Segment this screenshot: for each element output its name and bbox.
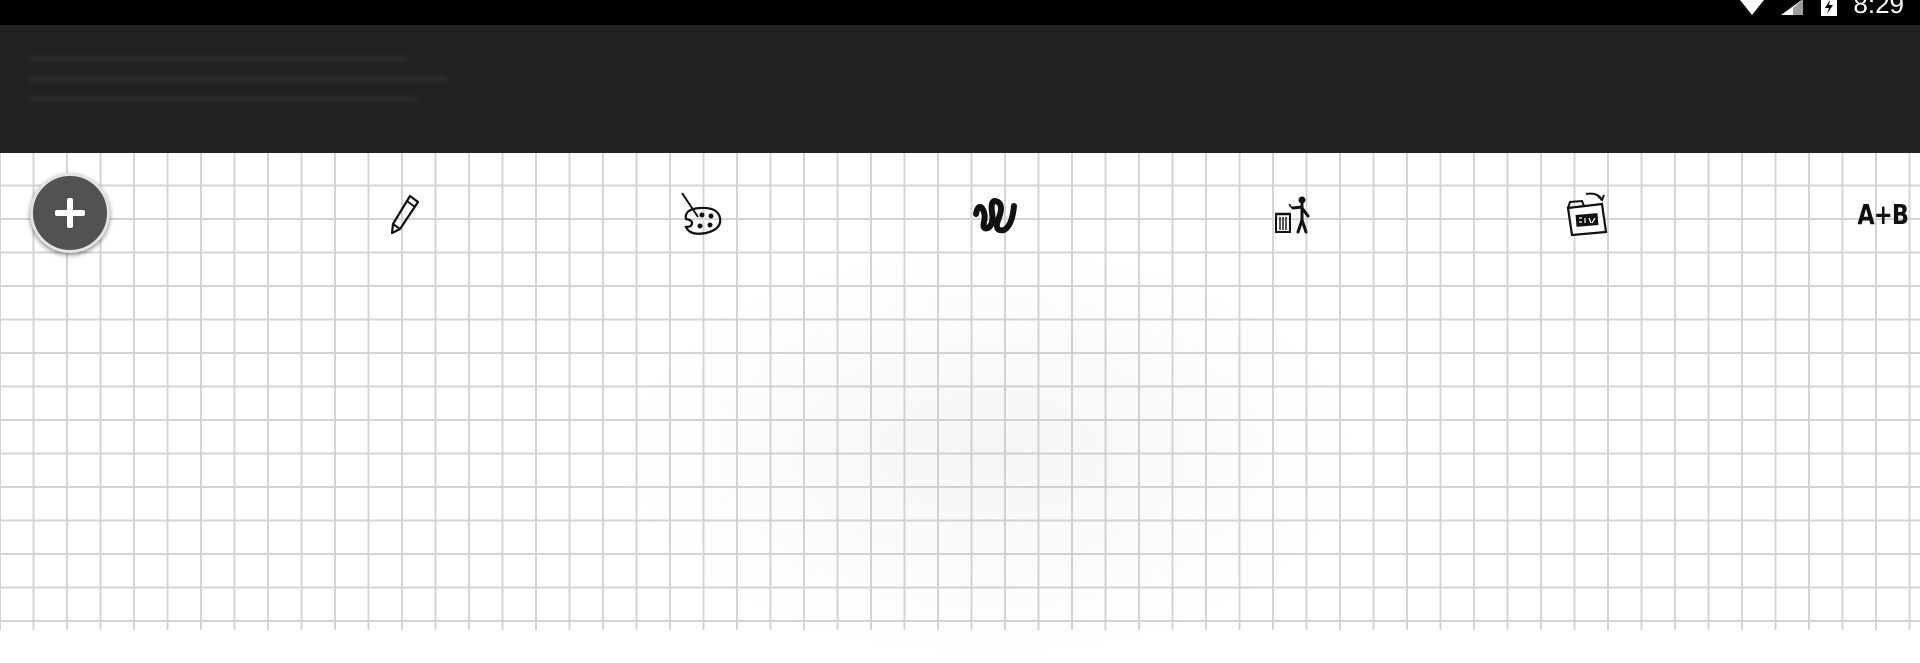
banner-placeholder-line — [28, 95, 418, 102]
status-bar: 8:29 — [0, 0, 1920, 25]
text-icon: A+B — [1857, 197, 1910, 231]
squiggle-brush-icon — [972, 192, 1018, 236]
app-bar — [0, 25, 1920, 153]
pencil-tool-button[interactable] — [380, 189, 430, 239]
wifi-icon — [1739, 0, 1765, 20]
palette-tool-button[interactable] — [676, 189, 726, 239]
save-folder-icon — [1564, 192, 1610, 236]
add-button[interactable] — [30, 173, 110, 253]
plus-icon — [55, 198, 85, 228]
save-button[interactable] — [1562, 189, 1612, 239]
drawing-toolbar: A+B — [0, 153, 1920, 273]
banner-placeholder-line — [28, 75, 448, 82]
faded-background-drawing — [610, 243, 1370, 663]
banner-placeholder-line — [28, 55, 408, 62]
text-tool-button[interactable]: A+B — [1857, 189, 1910, 239]
clear-canvas-button[interactable] — [1268, 189, 1318, 239]
palette-icon — [678, 191, 724, 237]
battery-charging-icon — [1819, 0, 1839, 20]
brush-stroke-tool-button[interactable] — [970, 189, 1020, 239]
status-time: 8:29 — [1853, 0, 1904, 19]
pencil-icon — [388, 193, 422, 235]
signal-icon — [1779, 0, 1805, 20]
status-icons: 8:29 — [1739, 0, 1904, 21]
trash-person-icon — [1273, 194, 1313, 234]
